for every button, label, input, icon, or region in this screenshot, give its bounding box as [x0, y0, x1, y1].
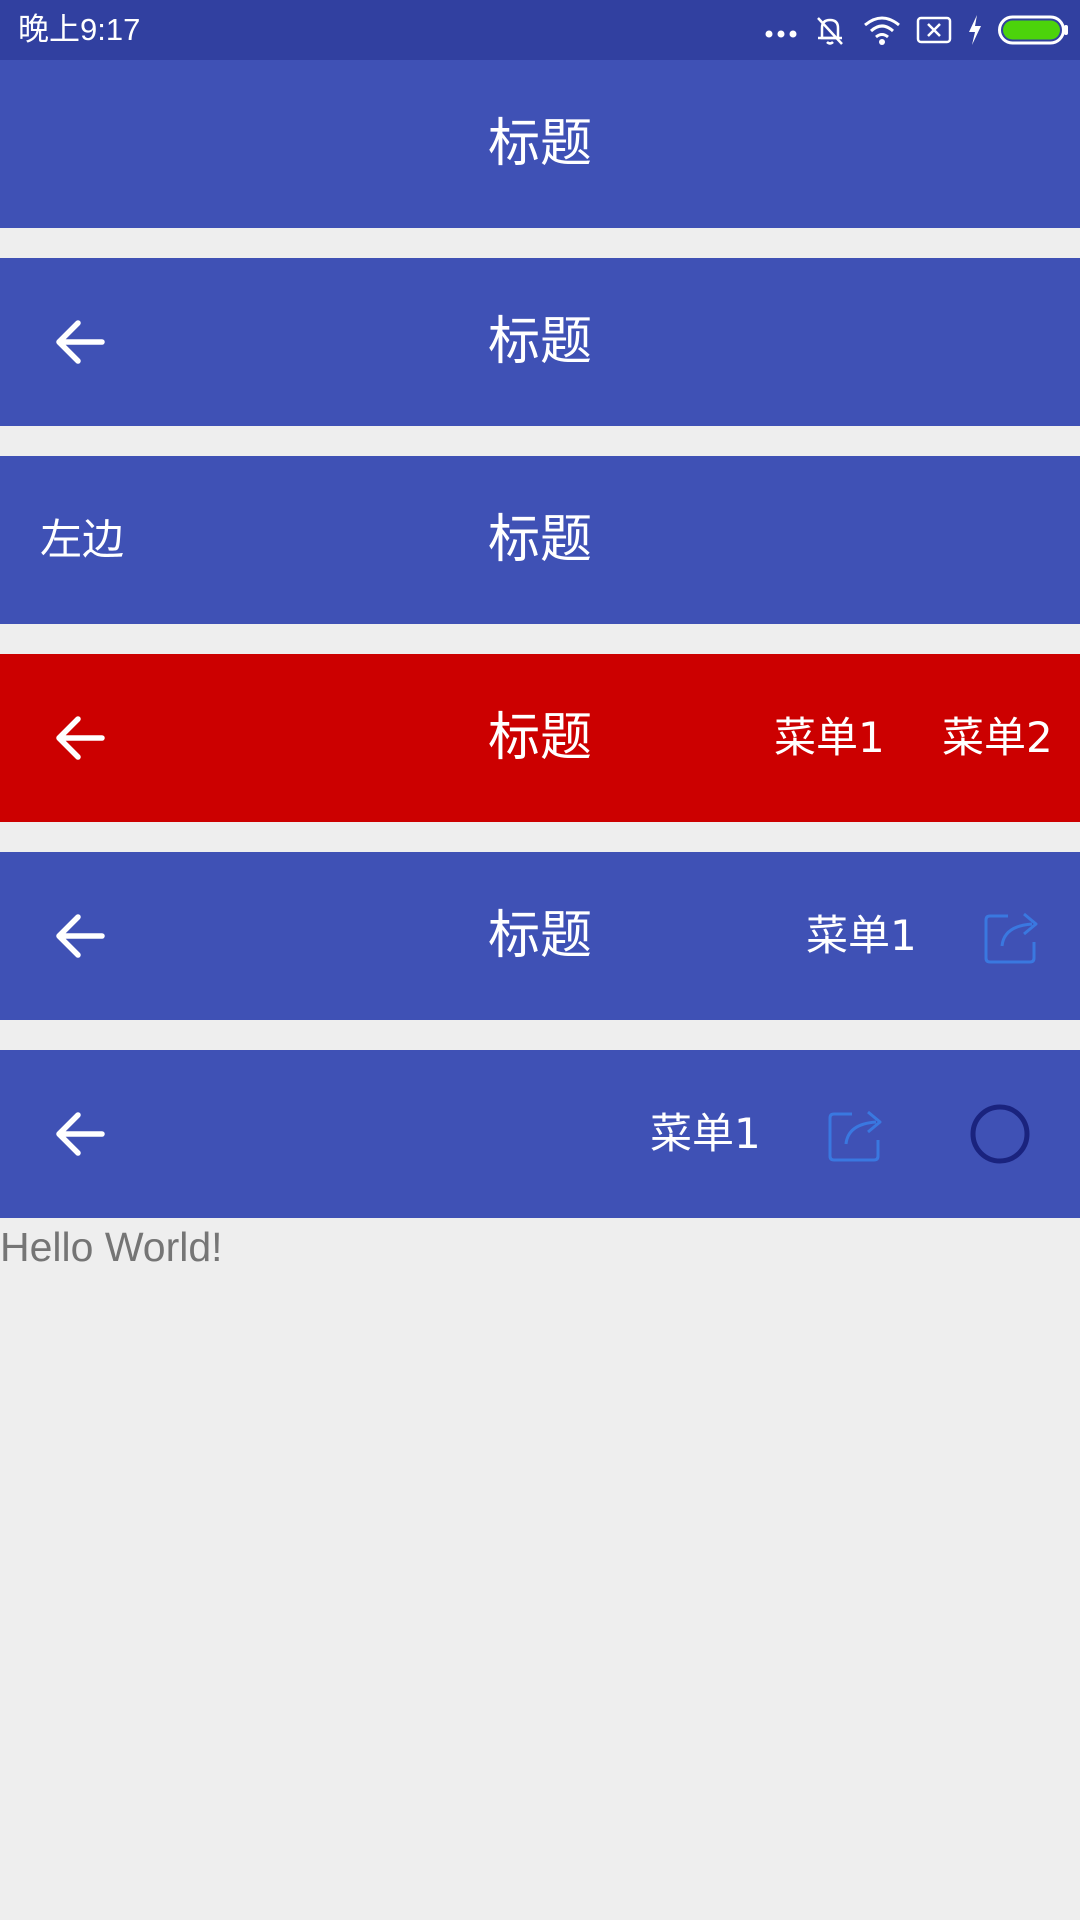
hello-text: Hello World! [0, 1224, 223, 1270]
toolbar-2: 标题 [0, 258, 1080, 426]
more-dots-icon [765, 30, 797, 38]
status-bar: 晚上9:17 [0, 0, 1080, 60]
toolbar-4: 标题 菜单1 菜单2 [0, 654, 1080, 822]
toolbar-5: 标题 菜单1 [0, 852, 1080, 1020]
battery-icon [998, 15, 1068, 45]
toolbar-6: 菜单1 [0, 1050, 1080, 1218]
toolbar-title: 标题 [487, 510, 592, 570]
sim-x-icon [916, 16, 952, 44]
toolbar-title: 标题 [487, 114, 592, 174]
back-arrow-icon[interactable] [50, 708, 110, 768]
back-arrow-icon[interactable] [50, 1104, 110, 1164]
left-text-button[interactable]: 左边 [40, 456, 124, 624]
share-icon[interactable] [826, 1104, 886, 1164]
menu-2-button[interactable]: 菜单2 [942, 654, 1053, 822]
toolbar-title: 标题 [487, 906, 592, 966]
share-icon[interactable] [982, 906, 1042, 966]
menu-1-button[interactable]: 菜单1 [650, 1050, 761, 1218]
charging-bolt-icon [969, 15, 981, 45]
status-time: 晚上9:17 [18, 12, 141, 47]
toolbar-3: 标题 左边 [0, 456, 1080, 624]
menu-1-button[interactable]: 菜单1 [774, 654, 885, 822]
circle-icon[interactable] [970, 1104, 1030, 1164]
toolbar-title: 标题 [487, 708, 592, 768]
alarm-off-icon [817, 17, 843, 45]
back-arrow-icon[interactable] [50, 906, 110, 966]
status-icons [750, 10, 1070, 50]
wifi-icon [864, 16, 900, 45]
menu-1-button[interactable]: 菜单1 [806, 852, 917, 1020]
back-arrow-icon[interactable] [50, 312, 110, 372]
toolbar-1: 标题 [0, 60, 1080, 228]
toolbar-title: 标题 [487, 312, 592, 372]
